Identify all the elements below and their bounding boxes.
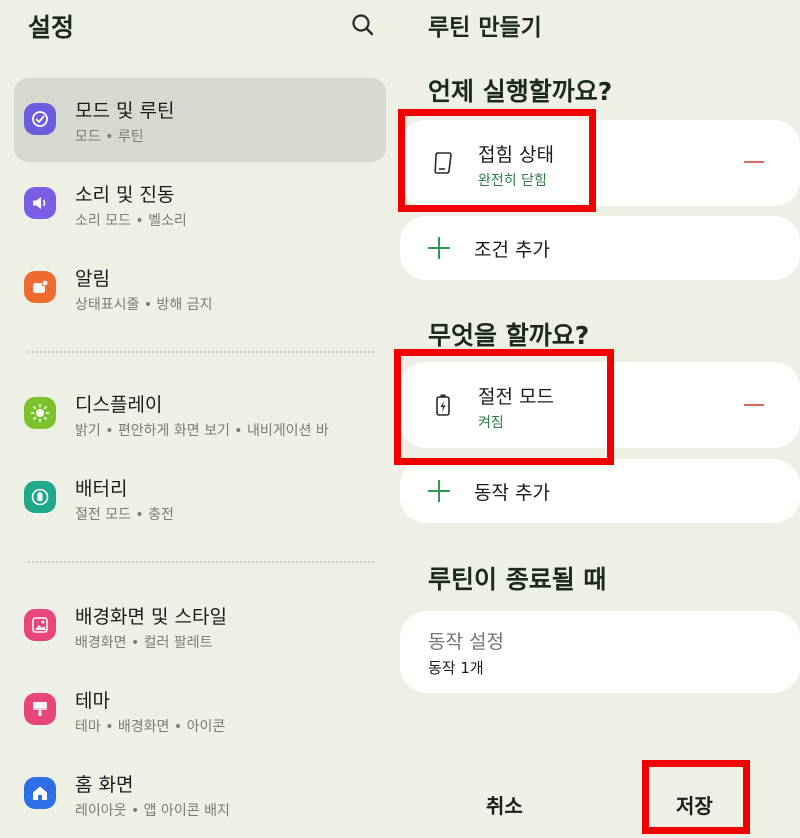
- search-icon: [352, 14, 374, 36]
- save-highlight-box: [642, 760, 750, 834]
- end-action-subtitle: 동작 1개: [428, 659, 484, 677]
- settings-title: 설정: [28, 13, 75, 42]
- settings-item-title: 홈 화면: [75, 774, 134, 796]
- settings-item-subtitle: 절전 모드 • 충전: [75, 507, 174, 523]
- section-divider: [28, 561, 374, 563]
- plus-icon: [428, 480, 450, 502]
- settings-item-subtitle: 배경화면 • 컬러 팔레트: [75, 635, 213, 651]
- settings-item-title: 디스플레이: [75, 394, 163, 416]
- when-section-header: 언제 실행할까요?: [428, 77, 613, 106]
- home-icon: [24, 777, 56, 809]
- settings-item-notifications[interactable]: 알림 상태표시줄 • 방해 금지: [14, 246, 386, 330]
- settings-item-subtitle: 레이아웃 • 앱 아이콘 배지: [75, 803, 230, 819]
- settings-item-title: 배경화면 및 스타일: [75, 606, 227, 628]
- settings-item-subtitle: 밝기 • 편안하게 화면 보기 • 내비게이션 바: [75, 423, 329, 439]
- settings-item-title: 배터리: [75, 478, 128, 500]
- settings-item-title: 모드 및 루틴: [75, 100, 175, 122]
- battery-icon: [24, 481, 56, 513]
- settings-item-wallpaper-style[interactable]: 배경화면 및 스타일 배경화면 • 컬러 팔레트: [14, 584, 386, 668]
- settings-item-sound-vibration[interactable]: 소리 및 진동 소리 모드 • 벨소리: [14, 162, 386, 246]
- settings-item-subtitle: 테마 • 배경화면 • 아이콘: [75, 719, 226, 735]
- end-action-title: 동작 설정: [428, 631, 504, 653]
- remove-action-button[interactable]: [744, 404, 764, 406]
- remove-condition-button[interactable]: [744, 161, 764, 163]
- add-condition-button[interactable]: 조건 추가: [400, 216, 800, 280]
- theme-brush-icon: [24, 693, 56, 725]
- wallpaper-icon: [24, 609, 56, 641]
- search-button[interactable]: [348, 10, 380, 42]
- condition-highlight-box: [398, 109, 596, 212]
- settings-item-modes-routines[interactable]: 모드 및 루틴 모드 • 루틴: [14, 78, 386, 162]
- notification-icon: [24, 271, 56, 303]
- add-condition-label: 조건 추가: [474, 239, 550, 261]
- plus-icon: [428, 237, 450, 259]
- add-action-label: 동작 추가: [474, 482, 550, 504]
- cancel-button[interactable]: 취소: [486, 790, 523, 819]
- settings-item-battery[interactable]: 배터리 절전 모드 • 충전: [14, 456, 386, 540]
- settings-item-title: 테마: [75, 690, 110, 712]
- settings-item-subtitle: 모드 • 루틴: [75, 129, 144, 145]
- what-section-header: 무엇을 할까요?: [428, 321, 590, 350]
- add-action-button[interactable]: 동작 추가: [400, 459, 800, 523]
- routine-pane: 루틴 만들기 언제 실행할까요? 접힘 상태 완전히 닫힘 조건 추가 무엇을 …: [394, 0, 800, 838]
- settings-item-display[interactable]: 디스플레이 밝기 • 편안하게 화면 보기 • 내비게이션 바: [14, 372, 386, 456]
- settings-item-theme[interactable]: 테마 테마 • 배경화면 • 아이콘: [14, 668, 386, 752]
- routine-title: 루틴 만들기: [428, 15, 542, 41]
- speaker-icon: [24, 187, 56, 219]
- end-section-header: 루틴이 종료될 때: [428, 565, 607, 594]
- action-highlight-box: [394, 349, 614, 465]
- settings-item-subtitle: 상태표시줄 • 방해 금지: [75, 297, 213, 313]
- settings-item-subtitle: 소리 모드 • 벨소리: [75, 213, 187, 229]
- end-action-card[interactable]: 동작 설정 동작 1개: [400, 611, 800, 693]
- settings-item-title: 소리 및 진동: [75, 184, 175, 206]
- section-divider: [28, 351, 374, 353]
- modes-routines-icon: [24, 103, 56, 135]
- settings-item-home-screen[interactable]: 홈 화면 레이아웃 • 앱 아이콘 배지: [14, 752, 386, 836]
- sun-icon: [24, 397, 56, 429]
- settings-item-title: 알림: [75, 268, 110, 290]
- settings-pane: 설정 모드 및 루틴 모드 • 루틴 소리 및 진동 소리 모드 • 벨소리 알…: [0, 0, 400, 838]
